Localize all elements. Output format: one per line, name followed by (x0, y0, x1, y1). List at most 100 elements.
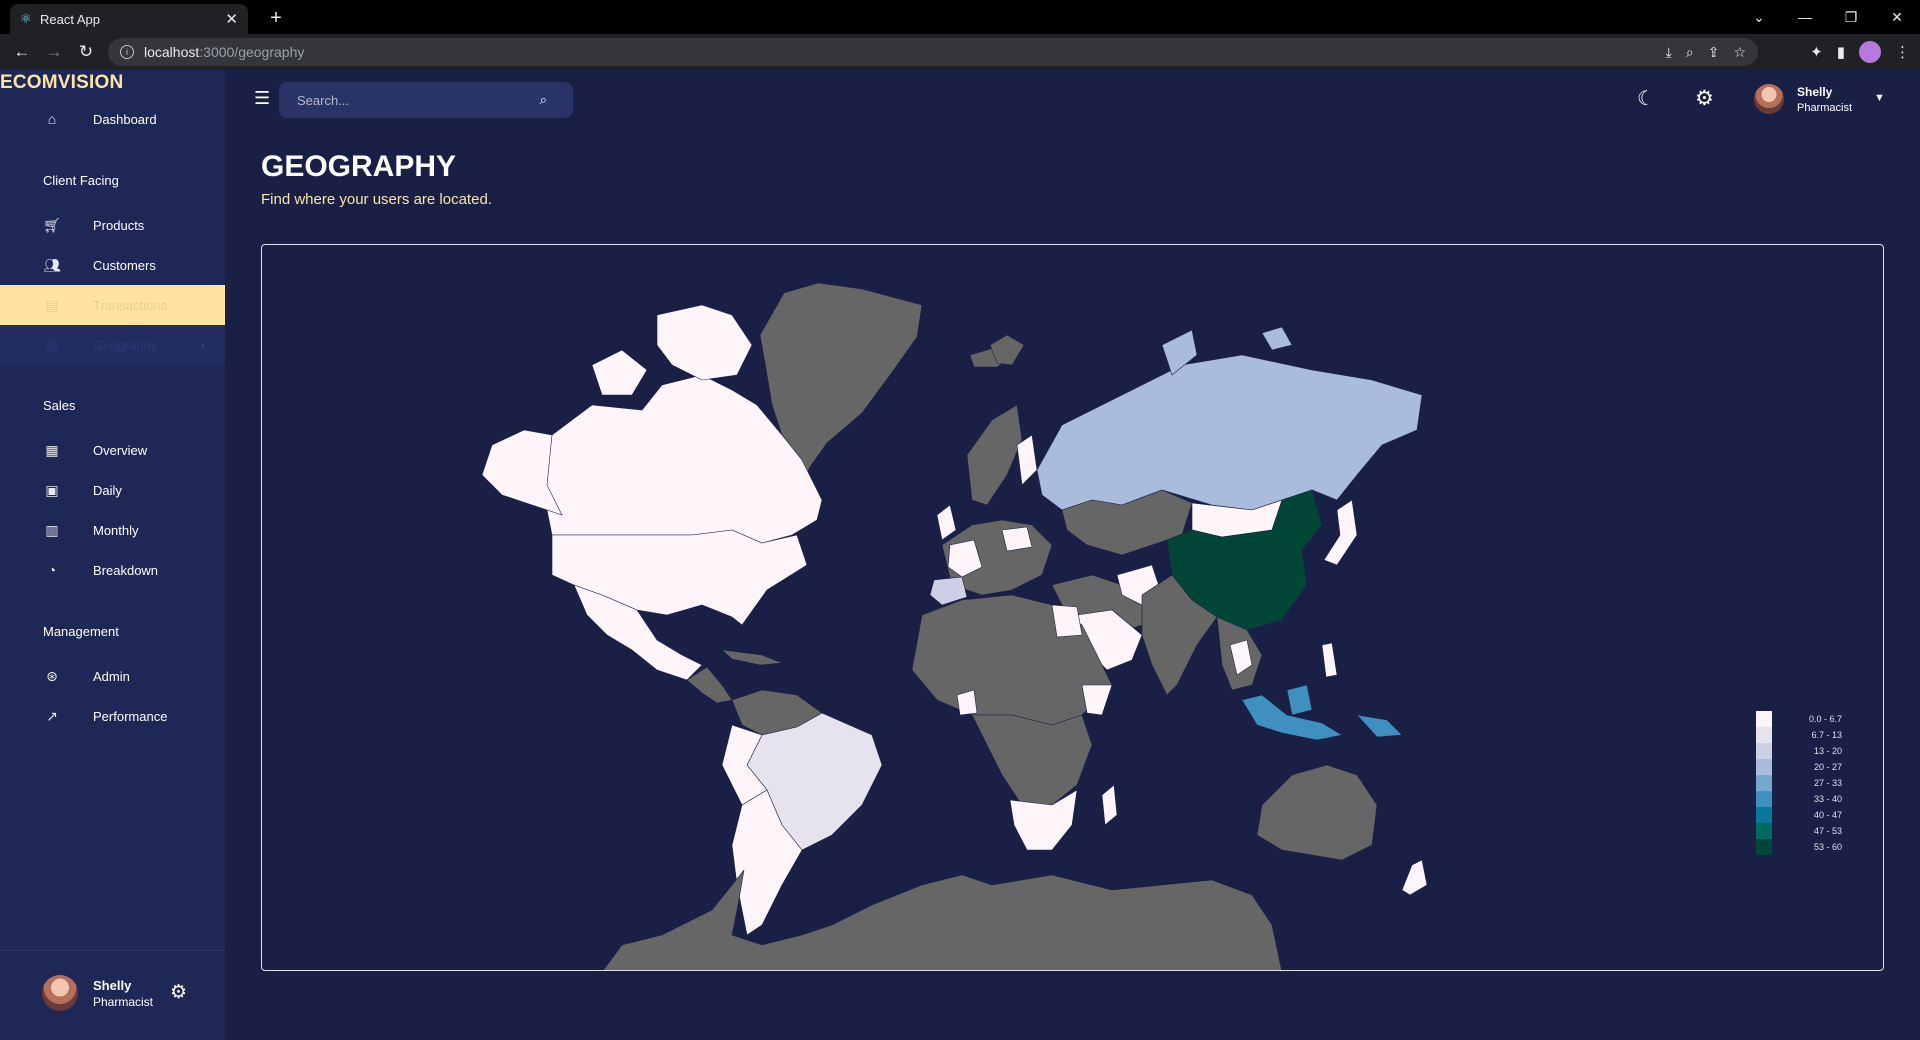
legend-row: 27 - 33 (1756, 775, 1842, 791)
trending-up-icon: ↗ (46, 707, 58, 724)
sidebar-item-customers[interactable]: 👥︎ Customers (0, 245, 225, 285)
avatar[interactable] (42, 975, 78, 1011)
sidebar-item-overview[interactable]: ▦ Overview (0, 430, 225, 470)
legend-swatch (1756, 807, 1772, 823)
country-philippines[interactable] (1321, 642, 1338, 678)
geography-map[interactable]: 0.0 - 6.7 6.7 - 13 13 - 20 20 - 27 27 - … (261, 244, 1884, 971)
sidebar-item-monthly[interactable]: ▥ Monthly (0, 510, 225, 550)
legend-label: 53 - 60 (1813, 842, 1842, 852)
sidebar-item-performance[interactable]: ↗ Performance (0, 696, 225, 736)
country-russia[interactable] (1036, 354, 1423, 511)
group-icon: 👥︎ (43, 256, 61, 273)
gear-icon[interactable]: ⚙ (170, 981, 187, 1004)
legend-row: 53 - 60 (1756, 839, 1842, 855)
sidebar-item-transactions[interactable]: ▤ Transactions (0, 285, 225, 325)
url-path: :3000/geography (199, 44, 305, 60)
country-australia[interactable] (1256, 764, 1378, 861)
bookmark-star-icon[interactable]: ☆ (1733, 44, 1746, 61)
sidebar-item-label: Dashboard (93, 111, 157, 127)
user-role: Pharmacist (93, 995, 154, 1009)
user-role: Pharmacist (1797, 102, 1853, 114)
search-input[interactable]: Search... ⌕ (279, 82, 573, 118)
sidebar-item-geography[interactable]: ◍ Geography › (0, 325, 225, 365)
country-scandinavia[interactable] (966, 404, 1023, 506)
avatar[interactable] (1754, 84, 1784, 114)
country-papua[interactable] (1356, 714, 1403, 738)
dark-mode-toggle-icon[interactable]: ☾ (1637, 86, 1655, 111)
sidebar-item-breakdown[interactable]: ◔ Breakdown (0, 550, 225, 590)
profile-avatar[interactable] (1859, 41, 1881, 63)
app-root: ECOMVISION ⌂ Dashboard Client Facing 🛒︎ … (0, 70, 1920, 1040)
country-uk[interactable] (936, 504, 957, 541)
legend-row: 20 - 27 (1756, 759, 1842, 775)
restore-button[interactable]: ❐ (1828, 9, 1874, 26)
legend-swatch (1756, 823, 1772, 839)
browser-menu-icon[interactable]: ⋮ (1895, 43, 1910, 61)
calendar-today-icon: ▣ (45, 481, 59, 498)
close-window-button[interactable]: ✕ (1874, 9, 1920, 26)
legend-swatch (1756, 743, 1772, 759)
side-panel-icon[interactable]: ▮ (1837, 43, 1845, 61)
site-info-icon[interactable]: i (120, 45, 134, 59)
back-button[interactable]: ← (6, 42, 38, 62)
share-icon[interactable]: ⇪ (1708, 44, 1720, 61)
section-heading-sales: Sales (43, 398, 76, 413)
region-antarctica (603, 869, 1282, 970)
legend-label: 40 - 47 (1813, 810, 1842, 820)
address-bar[interactable]: i localhost:3000/geography ⤓ ⌕ ⇪ ☆ (108, 38, 1758, 66)
globe-icon: ◍ (45, 336, 59, 353)
settings-gear-icon[interactable]: ⚙ (1695, 86, 1714, 111)
country-cuba[interactable] (721, 649, 783, 666)
calendar-month-icon: ▥ (45, 521, 59, 538)
legend-swatch (1756, 775, 1772, 791)
country-japan[interactable] (1323, 499, 1358, 566)
new-tab-button[interactable]: + (262, 4, 290, 32)
sidebar: ECOMVISION ⌂ Dashboard Client Facing 🛒︎ … (0, 70, 225, 1040)
legend-label: 27 - 33 (1813, 778, 1842, 788)
admin-icon: ⊛ (46, 667, 58, 684)
legend-label: 20 - 27 (1813, 762, 1842, 772)
country-east-africa[interactable] (1081, 684, 1113, 716)
install-icon[interactable]: ⤓ (1666, 44, 1672, 61)
pie-chart-icon: ◔ (47, 562, 57, 578)
sidebar-item-dashboard[interactable]: ⌂ Dashboard (0, 99, 225, 139)
section-heading-client-facing: Client Facing (43, 173, 119, 188)
country-madagascar[interactable] (1101, 784, 1118, 826)
country-egypt[interactable] (1051, 604, 1083, 638)
point-of-sale-icon: ▦ (45, 441, 59, 458)
legend-row: 6.7 - 13 (1756, 727, 1842, 743)
browser-tab[interactable]: ⚛ React App ✕ (10, 4, 248, 34)
close-tab-icon[interactable]: ✕ (225, 10, 238, 28)
page-title: GEOGRAPHY (261, 150, 457, 183)
legend-row: 33 - 40 (1756, 791, 1842, 807)
reload-button[interactable]: ↻ (70, 42, 102, 62)
zoom-icon[interactable]: ⌕ (1686, 44, 1694, 61)
legend-label: 33 - 40 (1813, 794, 1842, 804)
legend-swatch (1756, 759, 1772, 775)
country-canada-arctic[interactable] (656, 304, 753, 381)
user-name[interactable]: Shelly (1797, 85, 1832, 99)
country-borneo[interactable] (1286, 684, 1313, 716)
legend-label: 13 - 20 (1813, 746, 1842, 756)
legend-row: 13 - 20 (1756, 743, 1842, 759)
sidebar-item-label: Customers (93, 257, 156, 273)
forward-button[interactable]: → (38, 42, 70, 62)
menu-icon[interactable]: ☰ (254, 88, 270, 109)
minimize-button[interactable]: — (1782, 9, 1828, 25)
country-new-zealand[interactable] (1401, 859, 1428, 896)
receipt-icon: ▤ (45, 296, 59, 313)
country-severnaya[interactable] (1261, 326, 1293, 351)
extensions-icon[interactable]: ✦ (1810, 43, 1823, 61)
section-heading-management: Management (43, 624, 119, 639)
search-icon[interactable]: ⌕ (540, 92, 547, 108)
tab-search-icon[interactable]: ⌄ (1736, 9, 1782, 26)
world-choropleth[interactable] (262, 245, 1884, 971)
sidebar-item-products[interactable]: 🛒︎ Products (0, 205, 225, 245)
chevron-down-icon[interactable]: ▼ (1874, 92, 1885, 104)
country-canada-arctic-west[interactable] (591, 349, 648, 396)
sidebar-item-admin[interactable]: ⊛ Admin (0, 656, 225, 696)
sidebar-item-label: Breakdown (93, 562, 159, 578)
country-poland[interactable] (1001, 526, 1033, 552)
window-controls: ⌄ — ❐ ✕ (1736, 0, 1920, 34)
sidebar-item-daily[interactable]: ▣ Daily (0, 470, 225, 510)
